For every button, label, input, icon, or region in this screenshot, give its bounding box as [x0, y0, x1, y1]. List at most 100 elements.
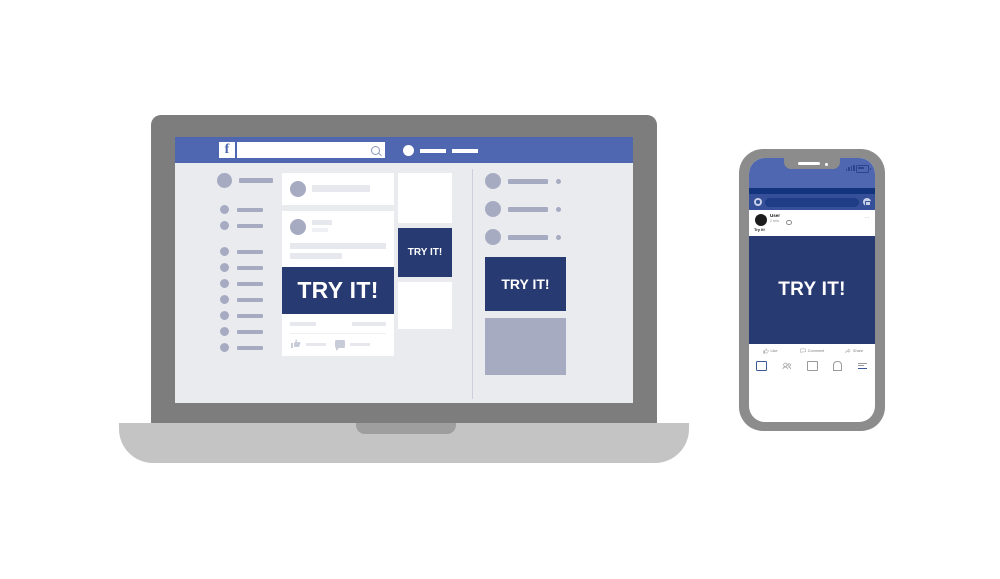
comment-button[interactable]: Comment	[791, 348, 833, 354]
nav-home[interactable]	[749, 361, 774, 371]
sidebar-bullet-icon	[220, 343, 229, 352]
post-divider	[290, 333, 386, 334]
avatar	[755, 214, 767, 226]
nav-menu[interactable]	[850, 362, 875, 370]
post-author-name[interactable]: User	[770, 213, 780, 218]
phone-post-ad-image[interactable]: TRY IT!	[749, 236, 875, 344]
front-camera-icon	[825, 162, 828, 166]
avatar	[485, 229, 501, 245]
thumbs-up-icon	[762, 348, 769, 354]
sidebar-placeholder-box	[485, 318, 566, 375]
sidebar-bullet-icon	[220, 247, 229, 256]
sidebar-item[interactable]	[217, 173, 281, 188]
status-composer[interactable]	[282, 173, 394, 205]
home-icon	[756, 361, 768, 371]
marketplace-icon	[806, 361, 818, 371]
sidebar-item[interactable]	[217, 263, 281, 272]
post-ad-text: TRY IT!	[297, 277, 379, 303]
sidebar-item[interactable]	[217, 327, 281, 336]
contact-name-placeholder	[508, 234, 548, 240]
phone-post-actions: Like Comment Share	[749, 344, 875, 359]
phone-post-header: User 2 min. ⋯ Try it!	[749, 210, 875, 236]
like-label: Like	[770, 349, 778, 353]
sidebar-item[interactable]	[217, 221, 281, 230]
thumbs-up-icon[interactable]	[291, 339, 301, 348]
sidebar-divider	[217, 237, 281, 247]
contact-name-placeholder	[508, 206, 548, 212]
camera-icon[interactable]	[754, 198, 762, 206]
sidebar-item-label	[239, 178, 273, 183]
sidebar-avatar-icon	[217, 173, 232, 188]
nav-placeholder-1[interactable]	[420, 149, 446, 153]
signal-bars-icon	[845, 165, 855, 171]
share-label: Share	[852, 349, 864, 353]
notifications-bell-icon	[832, 361, 842, 371]
avatar	[485, 201, 501, 217]
sidebar-ad-block[interactable]: TRY IT!	[485, 257, 566, 311]
nav-marketplace[interactable]	[799, 361, 824, 371]
avatar	[485, 173, 501, 189]
account-avatar-icon[interactable]	[403, 145, 414, 156]
sidebar-item[interactable]	[217, 311, 281, 320]
facebook-logo-icon[interactable]: f	[219, 142, 235, 158]
contact-list-item[interactable]	[485, 229, 575, 245]
post-timestamp: 2 min.	[770, 219, 780, 223]
sidebar-bullet-icon	[220, 295, 229, 304]
search-input[interactable]	[237, 142, 385, 158]
news-feed-column: TRY IT!	[282, 173, 394, 356]
laptop-trackpad-notch	[356, 423, 456, 434]
post-body-text: Try it!	[754, 227, 765, 232]
sidebar-item-label	[237, 313, 263, 318]
menu-icon	[857, 362, 867, 370]
nav-friends[interactable]	[774, 362, 799, 370]
sidebar-item-label	[237, 223, 263, 228]
sidebar-item[interactable]	[217, 205, 281, 214]
sidebar-item[interactable]	[217, 247, 281, 256]
comment-icon[interactable]	[335, 340, 345, 351]
status-input-placeholder[interactable]	[312, 185, 370, 192]
sidebar-item-label	[237, 329, 263, 334]
comment-label: Comment	[807, 349, 825, 353]
inline-ad-column: TRY IT!	[398, 173, 452, 329]
like-button[interactable]: Like	[749, 348, 791, 354]
illustration-canvas: f TRY IT! TRY IT! TRY IT! User 2 min. ⋯ …	[0, 0, 1000, 579]
laptop-device: f TRY IT! TRY IT! TRY IT!	[119, 115, 689, 463]
comment-icon	[800, 348, 806, 354]
sidebar-bullet-icon	[220, 279, 229, 288]
nav-placeholder-2[interactable]	[452, 149, 478, 153]
sidebar-item-label	[237, 265, 263, 270]
comment-label-placeholder	[350, 343, 370, 346]
contact-list-item[interactable]	[485, 201, 575, 217]
online-status-icon	[556, 178, 561, 184]
ad-text: TRY IT!	[407, 247, 443, 258]
sidebar-bullet-icon	[220, 311, 229, 320]
more-options-icon[interactable]: ⋯	[865, 215, 871, 221]
sidebar-item-label	[237, 297, 263, 302]
ad-placeholder-block	[398, 173, 452, 223]
sidebar-item[interactable]	[217, 295, 281, 304]
ad-block[interactable]: TRY IT!	[398, 228, 452, 277]
post-text-line	[290, 243, 386, 249]
sidebar-divider	[217, 195, 281, 205]
search-input[interactable]	[765, 197, 859, 207]
sidebar-bullet-icon	[220, 327, 229, 336]
laptop-bezel: f TRY IT! TRY IT! TRY IT!	[151, 115, 657, 425]
sidebar-item[interactable]	[217, 343, 281, 352]
sidebar-ad-text: TRY IT!	[501, 276, 550, 292]
phone-search-row	[749, 194, 875, 210]
post-ad-image[interactable]: TRY IT!	[282, 267, 394, 314]
earpiece-speaker-icon	[798, 162, 820, 165]
phone-post-ad-text: TRY IT!	[778, 279, 846, 300]
sidebar-item-label	[237, 207, 263, 212]
nav-notifications[interactable]	[825, 361, 850, 371]
contact-list-item[interactable]	[485, 173, 575, 189]
share-icon	[845, 348, 851, 353]
share-button[interactable]: Share	[833, 348, 875, 354]
online-status-icon	[556, 234, 561, 240]
comments-count-placeholder	[352, 322, 386, 326]
reactions-count-placeholder	[290, 322, 316, 326]
sidebar-item[interactable]	[217, 279, 281, 288]
phone-bottom-nav	[749, 358, 875, 374]
like-label-placeholder	[306, 343, 326, 346]
messenger-icon[interactable]	[863, 198, 871, 206]
